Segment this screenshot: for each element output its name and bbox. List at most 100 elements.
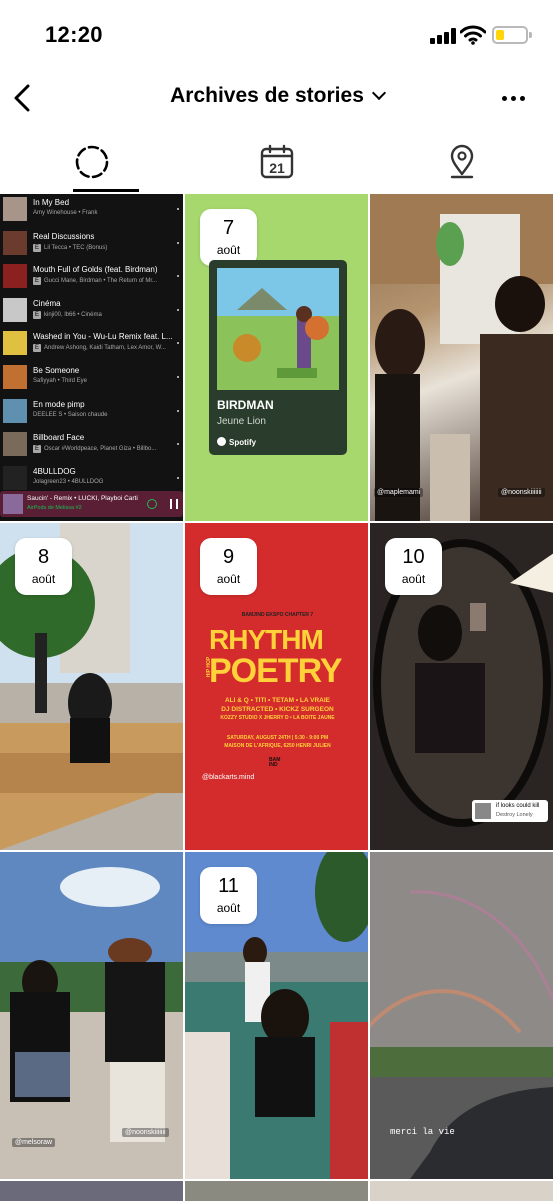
- spotify-track-card: BIRDMAN Jeune Lion Spotify: [209, 260, 347, 455]
- poster-side-label: HIP HOP: [206, 656, 213, 678]
- story-thumbnail[interactable]: [370, 1181, 553, 1201]
- calendar-day: 21: [269, 160, 285, 176]
- active-tab-indicator: [73, 189, 139, 192]
- date-day: 11: [218, 875, 239, 897]
- status-bar: 12:20: [0, 0, 554, 70]
- album-thumbnail: [3, 432, 27, 457]
- now-playing-device: AirPods de Melissa #2: [27, 505, 82, 511]
- now-playing-title: Saucin' - Remix • LUCKI, Playboi Carti: [27, 495, 138, 502]
- explicit-badge: E: [33, 445, 41, 454]
- cellular-signal-icon: [430, 28, 456, 44]
- date-day: 7: [222, 217, 235, 239]
- playlist-track-row: Real Discussions E Lil Tecca • TEC (Bonus): [0, 229, 183, 262]
- playlist-track-row: Washed in You - Wu-Lu Remix feat. L... E A…: [0, 329, 183, 362]
- story-thumbnail[interactable]: @maplemami @noonskiiiiiii: [370, 194, 553, 521]
- pause-icon: [170, 499, 178, 509]
- story-caption: merci la vie: [390, 1127, 455, 1137]
- event-poster: BAMJIND EKSPO CHAPTER 7 RHYTHM POETRY HI…: [199, 608, 356, 798]
- battery-icon: [492, 26, 532, 44]
- poster-details: SATURDAY, AUGUST 24TH | 5:30 - 9:00 PM M…: [224, 735, 331, 749]
- track-title: Real Discussions: [33, 231, 95, 241]
- page-title: Archives de stories: [170, 84, 364, 107]
- track-artist: Amy Winehouse • Frank: [33, 210, 98, 216]
- date-day: 10: [402, 546, 425, 568]
- story-thumbnail[interactable]: 11 août: [185, 852, 368, 1179]
- story-thumbnail[interactable]: @melsoraw @noonskiiiiiii: [0, 852, 183, 1179]
- track-artist: E Andrew Ashong, Kaidi Tatham, Lex Amor, …: [33, 344, 166, 353]
- tab-bar: 21: [0, 130, 554, 192]
- track-title: BIRDMAN: [217, 398, 274, 412]
- date-month: août: [216, 243, 241, 257]
- more-options-icon: [177, 275, 179, 282]
- album-thumbnail: [3, 331, 27, 356]
- chevron-down-icon: [371, 85, 386, 101]
- track-title: Cinéma: [33, 298, 61, 308]
- playlist-track-row: Billboard Face E Oscar #Worldpeace, Planet…: [0, 430, 183, 463]
- album-thumbnail: [3, 264, 27, 289]
- story-thumbnail[interactable]: [0, 1181, 183, 1201]
- now-playing-bar: Saucin' - Remix • LUCKI, Playboi Carti A…: [0, 491, 183, 517]
- mention-tag: @melsoraw: [12, 1138, 56, 1147]
- track-title: En mode pimp: [33, 399, 85, 409]
- more-options-icon: [177, 208, 179, 215]
- more-options-icon[interactable]: [502, 96, 526, 102]
- album-thumbnail: [3, 398, 27, 423]
- clock: 12:20: [45, 22, 103, 47]
- track-artist: E Lil Tecca • TEC (Bonus): [33, 243, 108, 252]
- date-month: août: [216, 901, 241, 915]
- date-day: 9: [222, 546, 235, 568]
- location-pin-icon: [450, 144, 474, 179]
- playlist-track-row: Be Someone Safiyyah • Third Eye: [0, 363, 183, 396]
- more-options-icon: [177, 409, 179, 417]
- story-thumbnail[interactable]: 10 août if looks could kill Destroy Lone…: [370, 523, 553, 850]
- poster-logo: BAM IND: [269, 757, 281, 768]
- poster-header: BAMJIND EKSPO CHAPTER 7: [241, 612, 314, 618]
- story-thumbnail[interactable]: merci la vie: [370, 852, 553, 1179]
- tab-calendar[interactable]: 21: [185, 130, 369, 192]
- explicit-badge: E: [33, 277, 41, 286]
- sticker-song-title: if looks could kill: [496, 803, 540, 809]
- music-sticker: if looks could kill Destroy Lonely: [472, 800, 548, 822]
- track-artist: E Gucci Mane, Birdman • The Return of Mr.…: [33, 277, 158, 286]
- wifi-icon: [460, 25, 486, 45]
- explicit-badge: E: [33, 344, 41, 353]
- mention-tag: @blackarts.mind: [202, 774, 255, 781]
- album-artwork: [217, 268, 339, 390]
- track-title: Washed in You - Wu-Lu Remix feat. L...: [33, 332, 173, 342]
- track-title: 4BULLDOG: [33, 466, 76, 476]
- date-day: 8: [37, 546, 50, 568]
- playlist-track-row: Cinéma Ekinji00, lb66 • Cinéma: [0, 296, 183, 329]
- track-artist: Ekinji00, lb66 • Cinéma: [33, 310, 102, 319]
- track-artist: Safiyyah • Third Eye: [33, 378, 88, 384]
- album-thumbnail: [3, 230, 27, 255]
- date-month: août: [31, 572, 56, 586]
- story-thumbnail[interactable]: In My Bed Amy Winehouse • Frank Real Discu…: [0, 194, 183, 521]
- poster-lineup: ALI & Q • TITI • TETAM • LA VRAIE DJ DIS…: [220, 697, 335, 721]
- more-options-icon: [177, 443, 179, 450]
- date-month: août: [216, 572, 241, 586]
- story-thumbnail[interactable]: [185, 1181, 368, 1201]
- story-thumbnail[interactable]: 8 août: [0, 523, 183, 850]
- title-dropdown[interactable]: Archives de stories: [0, 84, 554, 108]
- date-badge: 8 août: [15, 538, 72, 595]
- track-title: Mouth Full of Golds (feat. Birdman): [33, 265, 158, 275]
- story-photo: [370, 194, 553, 521]
- track-artist: DEELEE S • Saison chaude: [33, 411, 108, 418]
- story-thumbnail[interactable]: 7 août BIRDMAN Jeune Lion Spotify: [185, 194, 368, 521]
- more-options-icon: [177, 342, 179, 349]
- mention-tag: @noonskiiiiiii: [122, 1128, 169, 1137]
- track-title: Billboard Face: [33, 433, 85, 443]
- tab-stories[interactable]: [0, 130, 184, 192]
- sticker-artist: Destroy Lonely: [496, 812, 533, 818]
- track-title: In My Bed: [33, 198, 70, 207]
- story-thumbnail[interactable]: 9 août BAMJIND EKSPO CHAPTER 7 RHYTHM PO…: [185, 523, 368, 850]
- track-artist: Jeune Lion: [217, 416, 266, 427]
- tab-map[interactable]: [370, 130, 554, 192]
- date-badge: 7 août: [200, 209, 257, 266]
- track-title: Be Someone: [33, 366, 80, 375]
- playlist-track-row: In My Bed Amy Winehouse • Frank: [0, 195, 183, 228]
- album-thumbnail: [475, 803, 491, 819]
- track-artist: E Oscar #Worldpeace, Planet Giza • Billbo…: [33, 445, 157, 454]
- more-options-icon: [177, 476, 179, 484]
- track-artist: Jolagreen23 • 4BULLDOG: [33, 478, 104, 485]
